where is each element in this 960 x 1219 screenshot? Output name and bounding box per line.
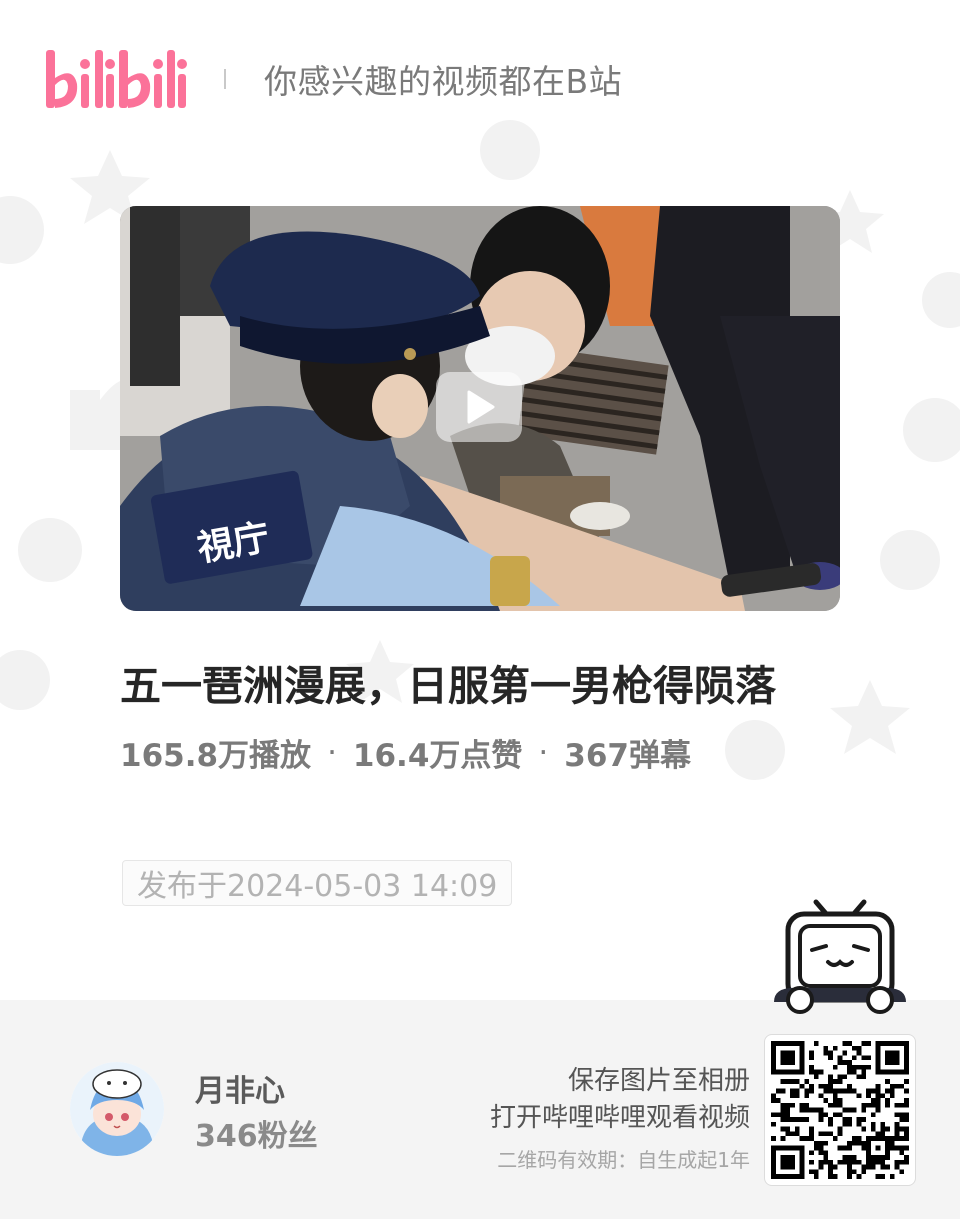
qr-validity: 二维码有效期：自生成起1年: [497, 1148, 750, 1172]
header-divider: [224, 69, 226, 89]
qr-code-image: [771, 1041, 909, 1179]
play-count: 165.8万播放: [120, 738, 312, 774]
danmaku-count: 367弹幕: [564, 738, 691, 774]
uploader-avatar[interactable]: [70, 1062, 164, 1156]
like-count: 16.4万点赞: [352, 738, 523, 774]
slogan: 你感兴趣的视频都在B站: [264, 62, 623, 101]
stats-separator: ·: [327, 734, 337, 771]
qr-instruction-save: 保存图片至相册: [567, 1066, 750, 1096]
header: 你感兴趣的视频都在B站: [44, 44, 622, 114]
video-stats: 165.8万播放 · 16.4万点赞 · 367弹幕: [120, 730, 691, 775]
bilibili-logo[interactable]: [44, 44, 188, 114]
video-title[interactable]: 五一琶洲漫展，日服第一男枪得陨落: [120, 652, 840, 712]
uploader-fans: 346粉丝: [195, 1119, 318, 1154]
avatar-image: [70, 1062, 164, 1156]
stats-separator: ·: [538, 734, 549, 771]
uploader-name[interactable]: 月非心: [195, 1066, 285, 1110]
qr-instruction-open: 打开哔哩哔哩观看视频: [489, 1103, 750, 1133]
qr-code: [764, 1034, 916, 1186]
publish-date: 发布于2024-05-03 14:09: [122, 860, 513, 906]
play-icon: [467, 390, 495, 424]
play-button[interactable]: [436, 372, 522, 442]
tv-mascot-icon: [774, 899, 906, 1014]
